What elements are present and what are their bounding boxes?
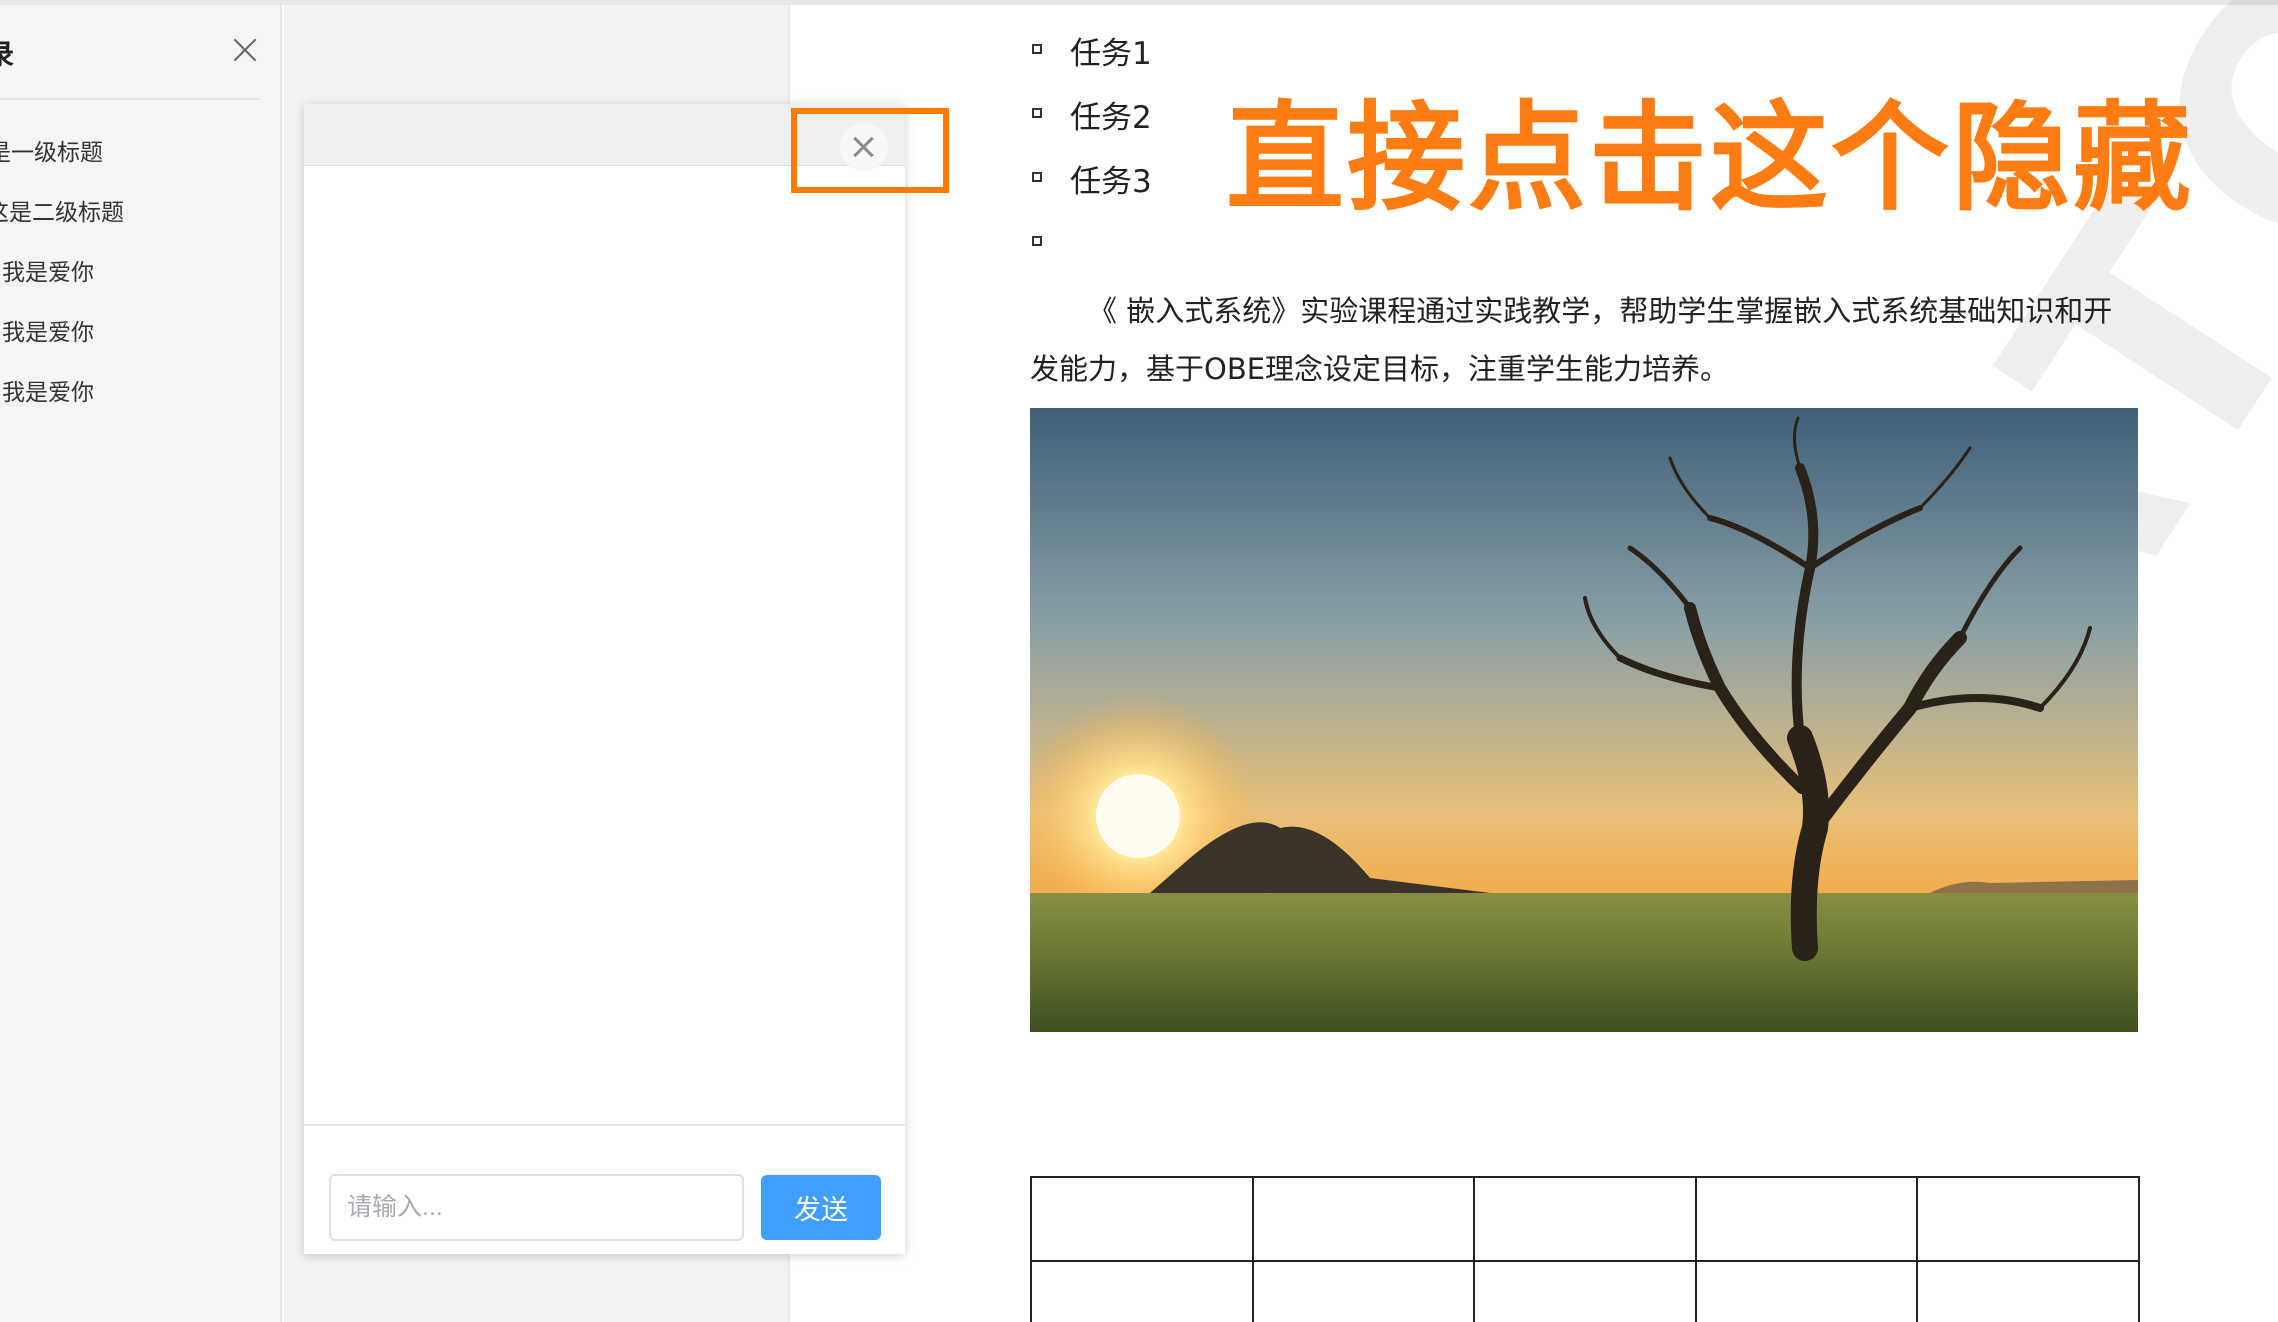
bullet-icon — [1032, 108, 1042, 118]
bullet-icon — [1032, 172, 1042, 182]
task-item: 任务2 — [1070, 100, 1152, 136]
task-item: 任务3 — [1070, 164, 1152, 200]
outline-sidebar: 录 是一级标题 这是二级标题 我是爱你 我是爱你 我是爱你 — [0, 5, 282, 1322]
outline-item-h3[interactable]: 我是爱你 — [2, 253, 94, 287]
chat-messages[interactable] — [304, 166, 905, 1228]
document-paragraph: 《 嵌入式系统》实验课程通过实践教学，帮助学生掌握嵌入式系统基础知识和开发能力，… — [1030, 282, 2130, 398]
highlight-box — [791, 108, 949, 193]
table-row — [1030, 1260, 2140, 1322]
outline-item-h3[interactable]: 我是爱你 — [2, 373, 94, 407]
table-cell[interactable] — [1030, 1260, 1254, 1322]
chat-divider — [304, 1124, 905, 1126]
annotation-text: 直接点击这个隐藏 — [1226, 89, 2195, 227]
table-cell[interactable] — [1473, 1176, 1697, 1262]
table-cell[interactable] — [1473, 1260, 1697, 1322]
sidebar-header: 录 — [0, 5, 260, 100]
table-cell[interactable] — [1694, 1176, 1919, 1262]
paragraph-text: 《 嵌入式系统》实验课程通过实践教学，帮助学生掌握嵌入式系统基础知识和开发能力，… — [1030, 294, 2113, 386]
document-table — [1030, 1176, 2140, 1322]
chat-panel — [304, 104, 905, 1254]
table-cell[interactable] — [1251, 1176, 1476, 1262]
chat-input[interactable] — [329, 1174, 744, 1241]
table-cell[interactable] — [1694, 1260, 1919, 1322]
table-cell[interactable] — [1030, 1176, 1254, 1262]
bullet-icon — [1032, 236, 1042, 246]
table-cell[interactable] — [1916, 1260, 2140, 1322]
sidebar-title: 录 — [0, 38, 15, 71]
table-cell[interactable] — [1251, 1260, 1476, 1322]
outline-item-h1[interactable]: 是一级标题 — [0, 133, 103, 167]
outline-item-h3[interactable]: 我是爱你 — [2, 313, 94, 347]
table-row — [1030, 1176, 2140, 1262]
app-window: 录 是一级标题 这是二级标题 我是爱你 我是爱你 我是爱你 WATOR 发送 直… — [0, 0, 2278, 1322]
outline-item-h2[interactable]: 这是二级标题 — [0, 193, 124, 227]
table-cell[interactable] — [1916, 1176, 2140, 1262]
sidebar-close-icon[interactable] — [228, 33, 262, 67]
send-button[interactable]: 发送 — [761, 1175, 881, 1240]
landscape-photo — [1030, 408, 2138, 1032]
bullet-icon — [1032, 44, 1042, 54]
task-item: 任务1 — [1070, 36, 1152, 72]
